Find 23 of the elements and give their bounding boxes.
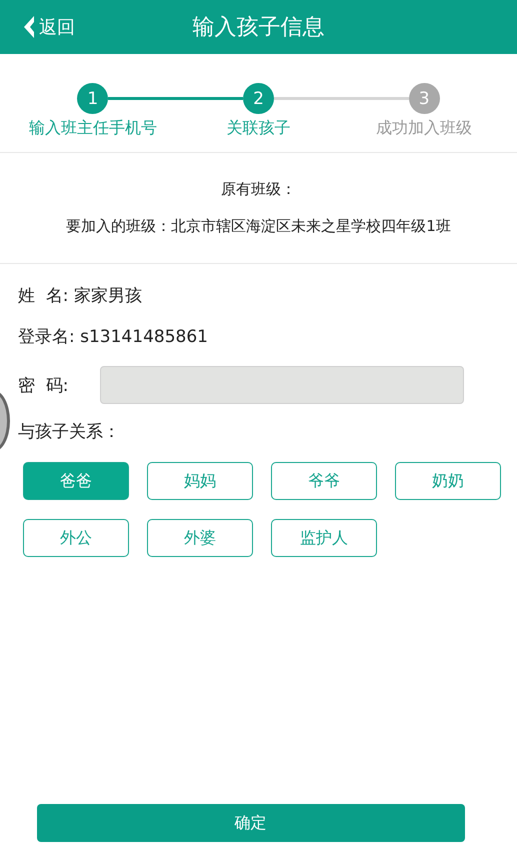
relation-option[interactable]: 外婆 <box>147 519 253 557</box>
step-number: 3 <box>408 83 440 114</box>
relation-option[interactable]: 监护人 <box>271 519 377 557</box>
password-label: 密 码: <box>18 374 70 396</box>
relation-option[interactable]: 妈妈 <box>147 462 253 500</box>
step-number: 1 <box>77 83 108 114</box>
relation-option[interactable]: 外公 <box>23 519 129 557</box>
page-title: 输入孩子信息 <box>192 14 324 42</box>
step-label: 输入班主任手机号 <box>28 118 157 139</box>
step-number: 2 <box>243 83 274 114</box>
relation-label: 与孩子关系： <box>18 421 121 444</box>
back-icon <box>22 15 36 39</box>
login-name-text: 登录名: s13141485861 <box>18 326 209 349</box>
target-class-text: 要加入的班级：北京市辖区海淀区未来之星学校四年级1班 <box>66 217 451 236</box>
child-name-text: 姓 名: 家家男孩 <box>18 285 143 308</box>
relation-option[interactable]: 爸爸 <box>23 462 129 500</box>
relation-option[interactable]: 奶奶 <box>395 462 501 500</box>
back-button[interactable]: 返回 <box>0 15 75 39</box>
original-class-text: 原有班级： <box>221 180 296 199</box>
relation-option[interactable]: 爷爷 <box>271 462 377 500</box>
confirm-button[interactable]: 确定 <box>36 804 464 842</box>
step-label: 成功加入班级 <box>376 118 472 139</box>
step-label: 关联孩子 <box>226 118 290 139</box>
